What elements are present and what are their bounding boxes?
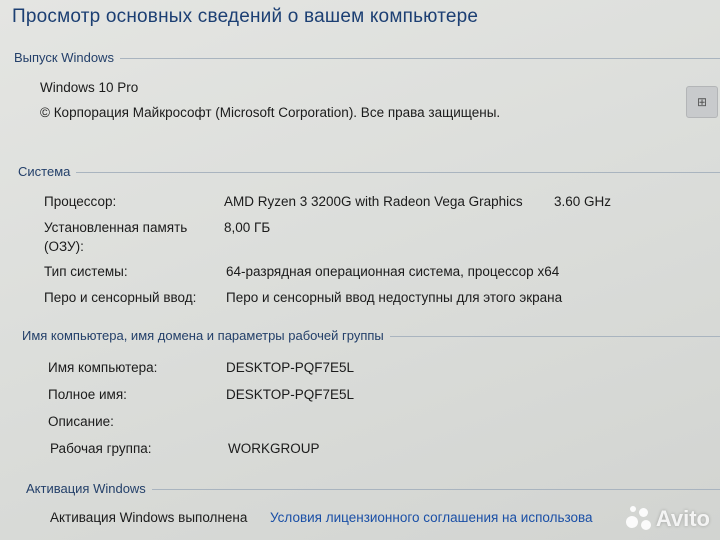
computer-section: Имя компьютера, имя домена и параметры р… bbox=[22, 328, 720, 343]
full-name-label: Полное имя: bbox=[48, 387, 127, 402]
activation-section: Активация Windows bbox=[26, 481, 720, 496]
section-divider bbox=[76, 172, 720, 173]
computer-header: Имя компьютера, имя домена и параметры р… bbox=[22, 328, 384, 343]
system-type-value: 64-разрядная операционная система, проце… bbox=[226, 264, 560, 279]
computer-name-value: DESKTOP-PQF7E5L bbox=[226, 360, 355, 375]
activation-header: Активация Windows bbox=[26, 481, 146, 496]
memory-label-2: (ОЗУ): bbox=[44, 239, 84, 254]
activation-status: Активация Windows выполнена bbox=[50, 510, 248, 525]
page-title: Просмотр основных сведений о вашем компь… bbox=[12, 6, 479, 27]
memory-label: Установленная память bbox=[44, 220, 188, 235]
workgroup-label: Рабочая группа: bbox=[50, 441, 152, 456]
system-header: Система bbox=[18, 164, 71, 179]
avito-watermark: Avito bbox=[625, 506, 710, 532]
processor-value: AMD Ryzen 3 3200G with Radeon Vega Graph… bbox=[224, 194, 523, 209]
pen-touch-value: Перо и сенсорный ввод недоступны для это… bbox=[226, 290, 563, 305]
processor-label: Процессор: bbox=[44, 194, 117, 209]
avito-logo-icon bbox=[625, 506, 652, 532]
workgroup-value: WORKGROUP bbox=[228, 441, 320, 456]
system-section: Система bbox=[18, 164, 720, 179]
windows-logo-area: ⊞ bbox=[686, 86, 718, 118]
description-label: Описание: bbox=[48, 414, 114, 429]
computer-name-label: Имя компьютера: bbox=[48, 360, 158, 375]
processor-speed: 3.60 GHz bbox=[554, 194, 612, 209]
section-divider bbox=[389, 336, 720, 337]
license-terms-link[interactable]: Условия лицензионного соглашения на испо… bbox=[270, 510, 593, 525]
section-divider bbox=[119, 58, 720, 59]
section-divider bbox=[151, 489, 720, 490]
avito-watermark-text: Avito bbox=[655, 506, 710, 531]
memory-value: 8,00 ГБ bbox=[224, 220, 271, 235]
windows-logo-icon: ⊞ bbox=[696, 95, 708, 109]
copyright-text: © Корпорация Майкрософт (Microsoft Corpo… bbox=[40, 105, 501, 120]
edition-header: Выпуск Windows bbox=[14, 50, 114, 65]
pen-touch-label: Перо и сенсорный ввод: bbox=[44, 290, 197, 305]
system-type-label: Тип системы: bbox=[44, 264, 128, 279]
windows-edition: Windows 10 Pro bbox=[40, 80, 139, 95]
edition-section: Выпуск Windows bbox=[14, 50, 720, 65]
full-name-value: DESKTOP-PQF7E5L bbox=[226, 387, 355, 402]
